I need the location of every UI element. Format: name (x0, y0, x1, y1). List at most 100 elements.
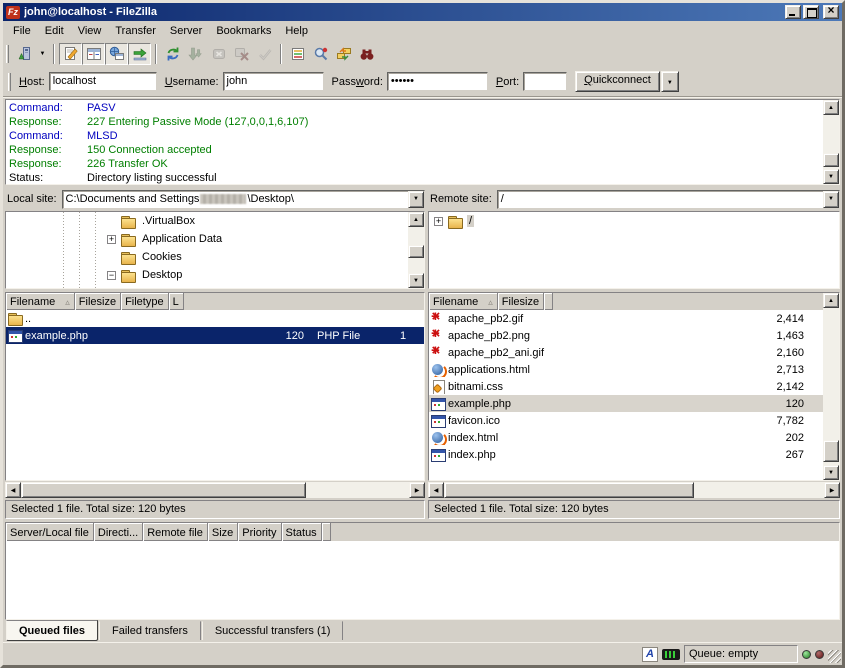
quickconnect-button[interactable]: Quickconnect (575, 71, 660, 92)
scroll-left-icon[interactable] (428, 482, 444, 498)
tab-failed-transfers[interactable]: Failed transfers (99, 621, 201, 642)
password-input[interactable]: •••••• (387, 72, 488, 91)
cancel-operation-icon[interactable] (207, 43, 230, 65)
remote-list-scrollbar[interactable] (823, 293, 839, 480)
disconnect-icon[interactable] (230, 43, 253, 65)
host-input[interactable]: localhost (49, 72, 157, 91)
clear-queue-icon[interactable] (253, 43, 276, 65)
port-input[interactable] (523, 72, 567, 91)
scroll-down-icon[interactable] (823, 465, 839, 480)
toggle-local-tree-icon[interactable] (82, 43, 105, 65)
queue-column-header[interactable]: Priority (238, 523, 281, 541)
scroll-left-icon[interactable] (5, 482, 21, 498)
column-header[interactable]: L (169, 293, 184, 310)
maximize-button[interactable] (803, 5, 819, 19)
username-input[interactable]: john (223, 72, 324, 91)
menu-bookmarks[interactable]: Bookmarks (209, 22, 278, 40)
minimize-button[interactable] (785, 5, 801, 19)
scroll-up-icon[interactable] (823, 100, 839, 115)
menu-transfer[interactable]: Transfer (108, 22, 163, 40)
scrollbar-thumb[interactable] (823, 153, 839, 167)
column-header[interactable]: Filename (429, 293, 498, 310)
speed-limit-display-icon[interactable] (662, 649, 680, 660)
quickconnect-dropdown[interactable] (661, 71, 679, 92)
close-button[interactable] (823, 5, 839, 19)
column-header[interactable]: Filetype (121, 293, 169, 310)
queue-column-header[interactable]: Remote file (143, 523, 208, 541)
remote-path-dropdown-icon[interactable] (823, 191, 839, 208)
local-tree-scrollbar[interactable] (408, 212, 424, 288)
tree-item[interactable]: Cookies (6, 248, 424, 266)
file-row[interactable]: apache_pb2_ani.gif 2,160 (429, 344, 823, 361)
queue-column-header[interactable]: Directi... (94, 523, 143, 541)
queue-column-header[interactable]: Status (282, 523, 322, 541)
tab-successful-transfers[interactable]: Successful transfers (1) (202, 621, 344, 642)
log-scrollbar[interactable] (823, 100, 839, 184)
tree-item[interactable]: / (429, 212, 839, 230)
file-row[interactable]: index.php 267 (429, 446, 823, 463)
file-row[interactable]: example.php 120 PHP File 1 (6, 327, 424, 344)
scroll-down-icon[interactable] (823, 169, 839, 184)
menu-help[interactable]: Help (278, 22, 315, 40)
scroll-right-icon[interactable] (824, 482, 840, 498)
menu-view[interactable]: View (71, 22, 109, 40)
refresh-icon[interactable] (161, 43, 184, 65)
site-manager-dropdown[interactable] (36, 43, 49, 65)
directory-comparison-icon[interactable] (286, 43, 309, 65)
find-files-icon[interactable] (309, 43, 332, 65)
resize-grip[interactable] (828, 650, 841, 663)
scrollbar-thumb[interactable] (408, 245, 424, 258)
scroll-down-icon[interactable] (408, 273, 424, 288)
process-queue-icon[interactable] (184, 43, 207, 65)
scrollbar-thumb[interactable] (823, 440, 839, 462)
tree-item[interactable]: Desktop (6, 266, 424, 284)
username-label: Username: (165, 76, 219, 88)
file-row[interactable]: example.php 120 (429, 395, 823, 412)
file-row[interactable]: apache_pb2.gif 2,414 (429, 310, 823, 327)
local-path-dropdown-icon[interactable] (408, 191, 424, 208)
toggle-message-log-icon[interactable] (59, 43, 82, 65)
tree-item[interactable]: Application Data (6, 230, 424, 248)
local-path-combo[interactable]: C:\Documents and Settings\Desktop\ (62, 190, 425, 209)
queue-column-header[interactable] (322, 523, 331, 541)
queue-column-header[interactable]: Server/Local file (6, 523, 94, 541)
file-row[interactable]: apache_pb2.png 1,463 (429, 327, 823, 344)
menu-file[interactable]: File (6, 22, 38, 40)
scroll-right-icon[interactable] (409, 482, 425, 498)
filter-icon[interactable] (355, 43, 378, 65)
menu-server[interactable]: Server (163, 22, 209, 40)
file-row[interactable]: index.html 202 (429, 429, 823, 446)
scrollbar-thumb[interactable] (21, 482, 306, 498)
menu-edit[interactable]: Edit (38, 22, 71, 40)
file-row[interactable]: applications.html 2,713 (429, 361, 823, 378)
file-row[interactable]: bitnami.css 2,142 (429, 378, 823, 395)
quickbar-gripper[interactable] (8, 73, 11, 91)
tab-queued-files[interactable]: Queued files (6, 620, 98, 641)
tree-expander-icon[interactable] (107, 235, 116, 244)
file-type-icon (430, 379, 446, 394)
tree-expander-icon[interactable] (107, 271, 116, 280)
toggle-queue-icon[interactable] (128, 43, 151, 65)
queue-column-header[interactable]: Size (208, 523, 238, 541)
column-header[interactable] (544, 293, 553, 310)
column-header[interactable]: Filesize (498, 293, 544, 310)
toolbar-gripper[interactable] (6, 45, 9, 63)
scroll-up-icon[interactable] (823, 293, 839, 308)
column-header[interactable]: Filename (6, 293, 75, 310)
file-row[interactable]: favicon.ico 7,782 (429, 412, 823, 429)
queue-list-area[interactable] (6, 541, 839, 619)
scroll-up-icon[interactable] (408, 212, 424, 227)
synchronized-browsing-icon[interactable] (332, 43, 355, 65)
local-hscrollbar[interactable] (5, 482, 425, 498)
remote-hscrollbar[interactable] (428, 482, 840, 498)
site-manager-icon[interactable] (13, 43, 36, 65)
toggle-remote-tree-icon[interactable] (105, 43, 128, 65)
file-row[interactable]: .. (6, 310, 424, 327)
tree-item[interactable]: .VirtualBox (6, 212, 424, 230)
column-header[interactable]: Filesize (75, 293, 121, 310)
data-type-ascii-icon[interactable] (642, 647, 658, 662)
scrollbar-thumb[interactable] (444, 482, 694, 498)
remote-path-combo[interactable]: / (497, 190, 840, 209)
tree-expander-icon[interactable] (434, 217, 443, 226)
folder-icon (120, 232, 136, 247)
